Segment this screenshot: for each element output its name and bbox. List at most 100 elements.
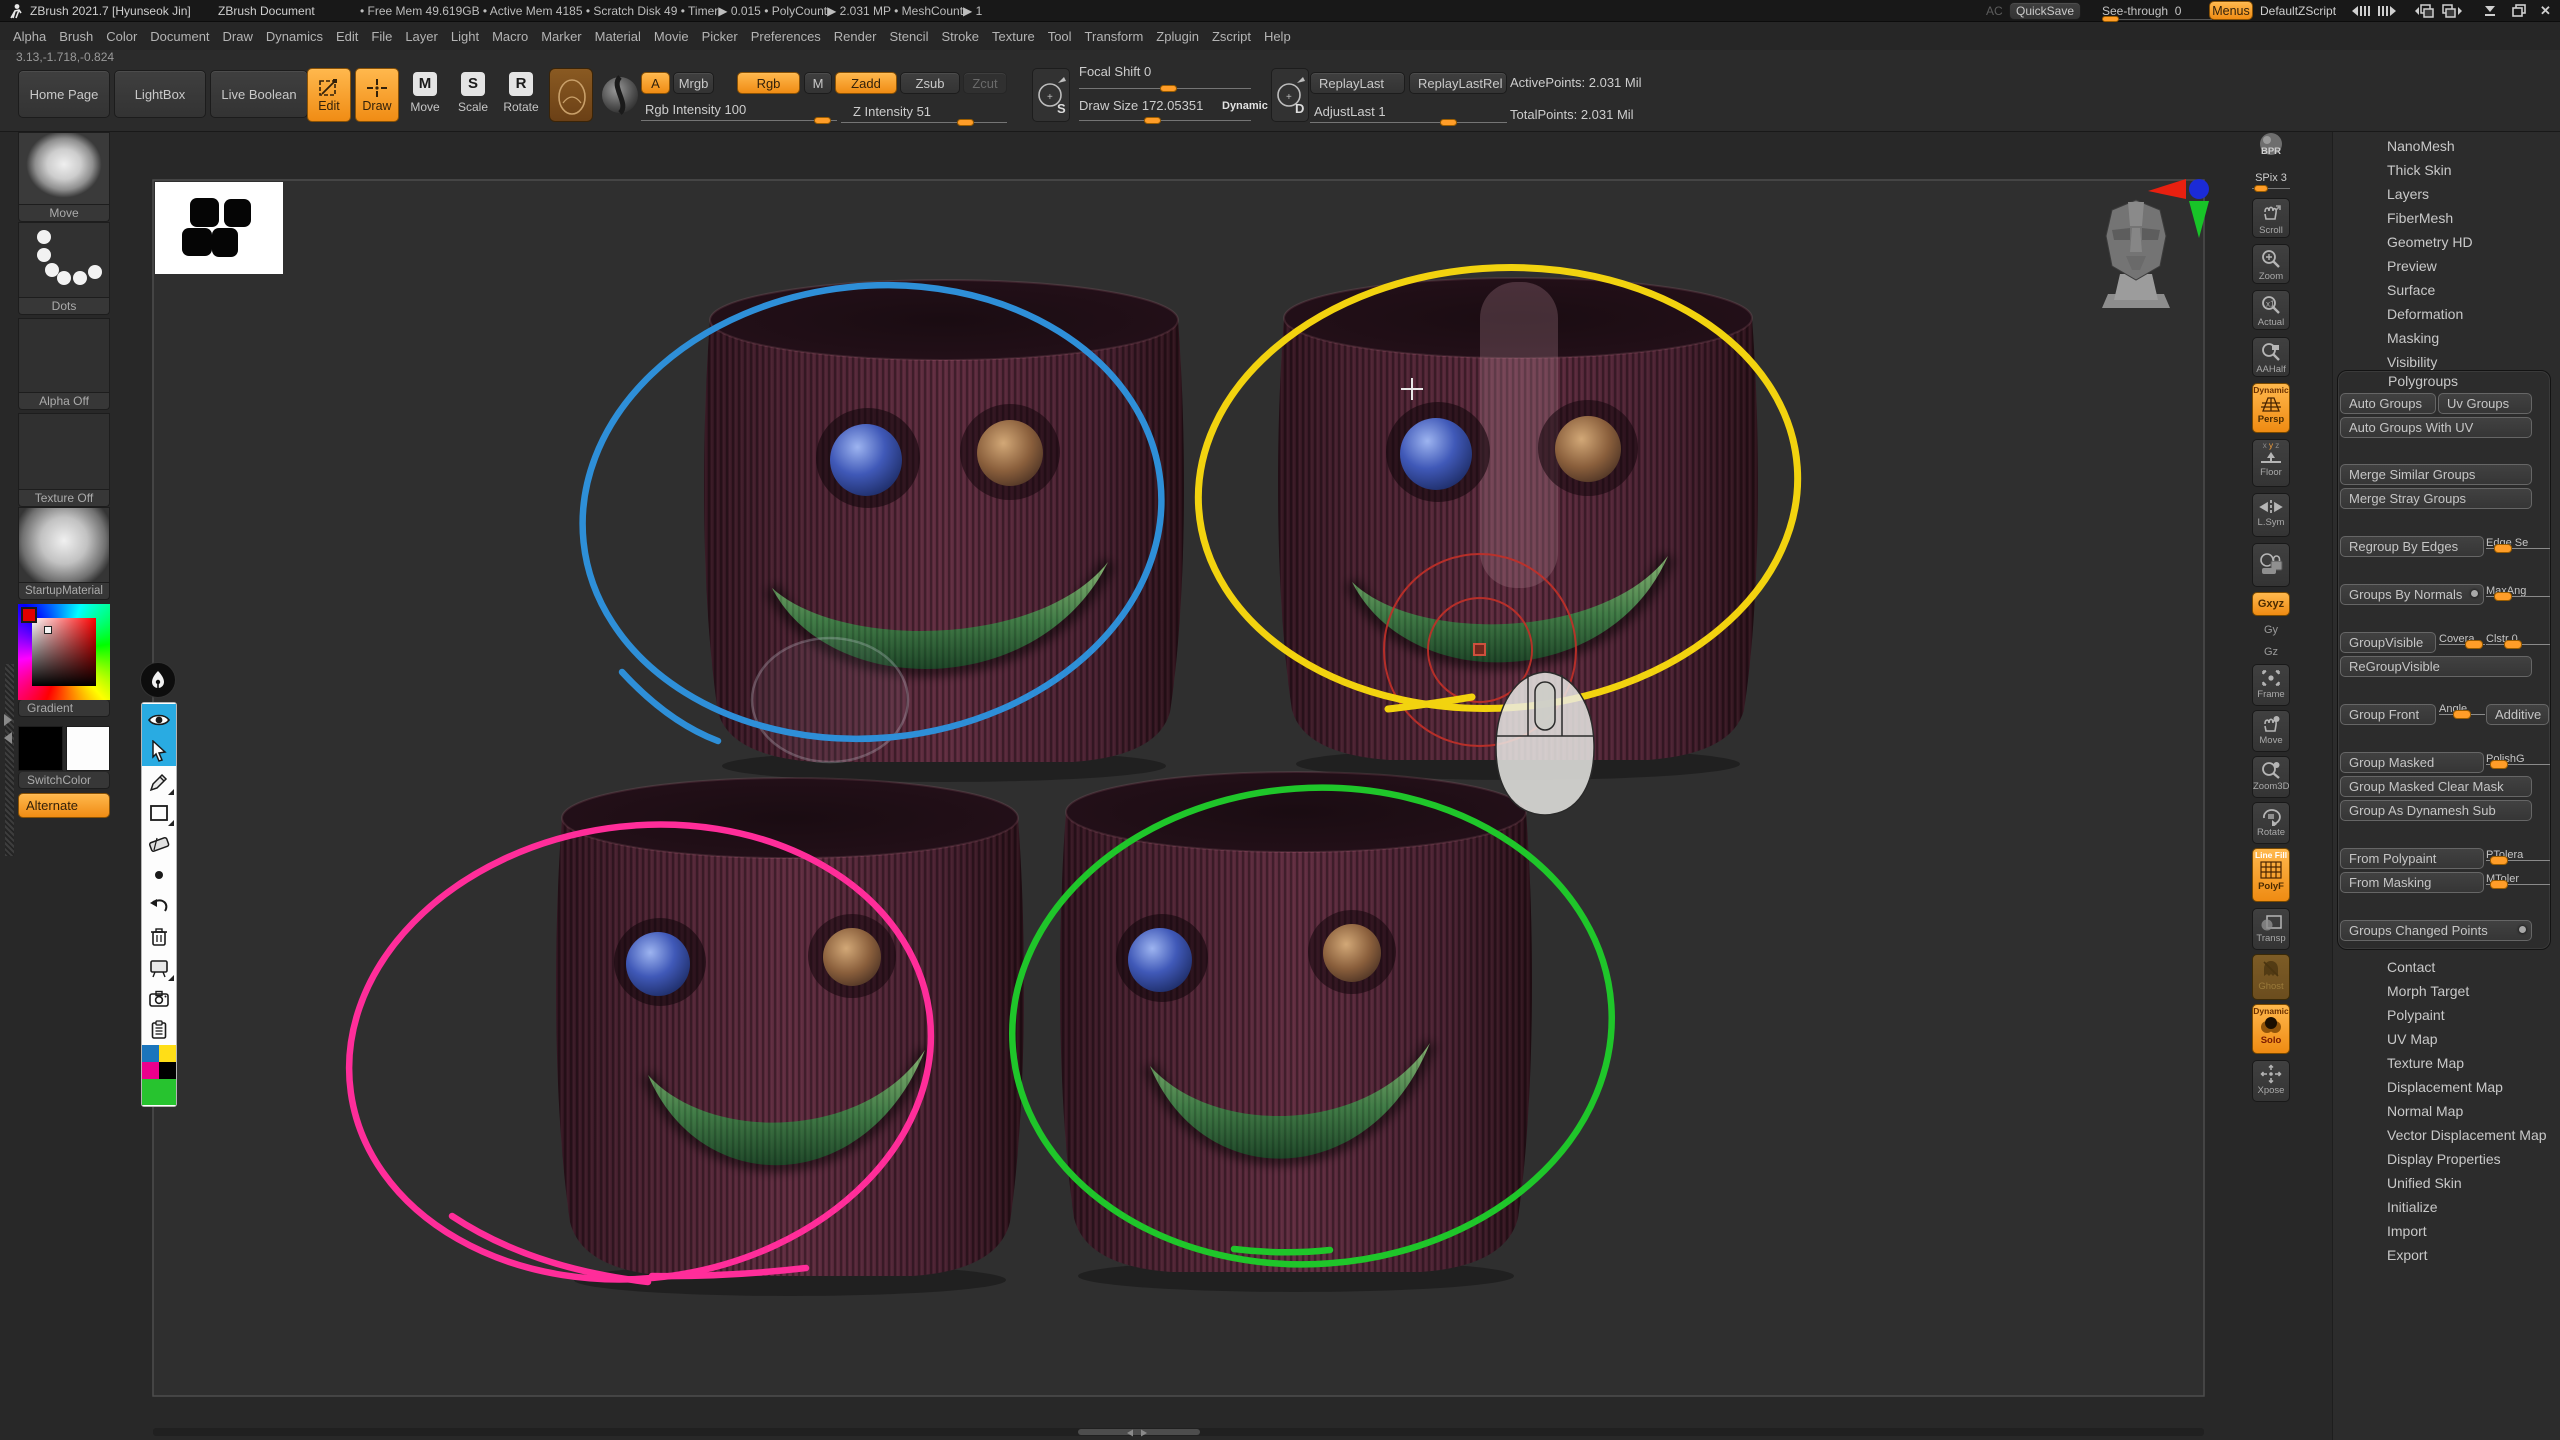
tool-section-header[interactable]: FiberMesh — [2333, 206, 2560, 230]
auto-groups-with-uv-button[interactable]: Auto Groups With UV — [2340, 417, 2532, 438]
zadd-button[interactable]: Zadd — [835, 72, 897, 94]
menu-item[interactable]: Zplugin — [1156, 29, 1199, 44]
menu-item[interactable]: Zscript — [1212, 29, 1251, 44]
tool-section-header[interactable]: Deformation — [2333, 302, 2560, 326]
rotate-button[interactable]: R Rotate — [500, 72, 542, 120]
tool-section-header[interactable]: Geometry HD — [2333, 230, 2560, 254]
focal-shift-handle[interactable] — [1160, 85, 1177, 92]
menu-item[interactable]: Alpha — [13, 29, 46, 44]
tool-section-header[interactable]: Contact — [2333, 955, 2560, 979]
draw-size-slider[interactable]: Draw Size 172.05351 — [1079, 98, 1203, 113]
tool-section-header[interactable]: Texture Map — [2333, 1051, 2560, 1075]
regroup-visible-button[interactable]: ReGroupVisible — [2340, 656, 2532, 677]
menu-item[interactable]: Texture — [992, 29, 1035, 44]
replay-last-button[interactable]: ReplayLast — [1310, 72, 1405, 94]
annotation-undo-button[interactable] — [142, 890, 176, 921]
replay-last-rel-button[interactable]: ReplayLastRel — [1409, 72, 1507, 94]
document-thumbnail[interactable] — [155, 182, 283, 274]
live-boolean-button[interactable]: Live Boolean — [210, 70, 308, 118]
groups-by-normals-button[interactable]: Groups By Normals — [2340, 584, 2484, 605]
angle-slider[interactable]: Angle — [2439, 699, 2485, 717]
polish-groups-slider[interactable]: PolishG — [2486, 749, 2560, 767]
tool-section-header[interactable]: Display Properties — [2333, 1147, 2560, 1171]
tool-section-header[interactable]: Unified Skin — [2333, 1171, 2560, 1195]
group-front-button[interactable]: Group Front — [2340, 704, 2436, 725]
uv-groups-button[interactable]: Uv Groups — [2438, 393, 2532, 414]
merge-stray-groups-button[interactable]: Merge Stray Groups — [2340, 488, 2532, 509]
annotation-pen-button[interactable] — [140, 662, 176, 698]
annotation-screenshot-button[interactable] — [142, 983, 176, 1014]
canvas-viewport[interactable] — [0, 0, 2560, 1440]
quicksave-button[interactable]: QuickSave — [2009, 2, 2081, 20]
menu-item[interactable]: Color — [106, 29, 137, 44]
color-yellow-swatch[interactable] — [159, 1045, 176, 1062]
scale-button[interactable]: S Scale — [452, 72, 494, 120]
move-button[interactable]: M Move — [404, 72, 446, 120]
draw-size-handle[interactable] — [1144, 117, 1161, 124]
color-magenta-swatch[interactable] — [142, 1062, 159, 1079]
divider-left-icon[interactable] — [2346, 4, 2372, 18]
edit-button[interactable]: Edit — [307, 68, 351, 122]
annotation-clipboard-button[interactable] — [142, 1014, 176, 1045]
zsub-button[interactable]: Zsub — [900, 72, 960, 94]
annotation-shape-tool[interactable] — [142, 797, 176, 828]
mrgb-button[interactable]: Mrgb — [673, 72, 714, 94]
menu-item[interactable]: Movie — [654, 29, 689, 44]
additive-button[interactable]: Additive — [2486, 704, 2549, 725]
adjust-last-handle[interactable] — [1440, 119, 1457, 126]
tool-section-header[interactable]: Layers — [2333, 182, 2560, 206]
from-polypaint-button[interactable]: From Polypaint — [2340, 848, 2484, 869]
annotation-dot-size[interactable] — [142, 859, 176, 890]
tool-section-header[interactable]: Surface — [2333, 278, 2560, 302]
restore-icon[interactable] — [2512, 4, 2526, 17]
home-page-button[interactable]: Home Page — [18, 70, 110, 118]
cylinder-bottom-right[interactable] — [1060, 772, 1532, 1292]
annotation-color-quad[interactable] — [142, 1045, 176, 1079]
group-masked-button[interactable]: Group Masked — [2340, 752, 2484, 773]
menu-item[interactable]: Draw — [223, 29, 253, 44]
color-green-swatch[interactable] — [142, 1079, 176, 1105]
menu-item[interactable]: Edit — [336, 29, 358, 44]
zscript-name[interactable]: DefaultZScript — [2260, 4, 2336, 18]
tool-section-header[interactable]: Vector Displacement Map — [2333, 1123, 2560, 1147]
tool-section-header[interactable]: Normal Map — [2333, 1099, 2560, 1123]
annotation-whiteboard-button[interactable] — [142, 952, 176, 983]
tool-section-header[interactable]: Export — [2333, 1243, 2560, 1267]
max-angle-slider[interactable]: MaxAng — [2486, 581, 2560, 599]
current-stroke-thumb[interactable] — [600, 72, 640, 118]
see-through-slider-handle[interactable] — [2102, 16, 2119, 22]
close-icon[interactable]: ✕ — [2540, 3, 2551, 19]
rgb-intensity-slider[interactable]: Rgb Intensity 100 — [645, 102, 746, 117]
canvas-scrollbar[interactable] — [153, 1428, 2204, 1437]
menu-item[interactable]: Transform — [1085, 29, 1144, 44]
tool-section-header[interactable]: Initialize — [2333, 1195, 2560, 1219]
lightbox-button[interactable]: LightBox — [114, 70, 206, 118]
menus-button[interactable]: Menus — [2209, 1, 2253, 20]
color-blue-swatch[interactable] — [142, 1045, 159, 1062]
menu-item[interactable]: Macro — [492, 29, 528, 44]
annotation-show-icon[interactable] — [142, 704, 176, 735]
menu-item[interactable]: Render — [834, 29, 877, 44]
group-as-dynamesh-sub-button[interactable]: Group As Dynamesh Sub — [2340, 800, 2532, 821]
from-masking-button[interactable]: From Masking — [2340, 872, 2484, 893]
tool-section-header[interactable]: Preview — [2333, 254, 2560, 278]
masking-tolerance-slider[interactable]: MToler — [2486, 869, 2560, 887]
menu-item[interactable]: Help — [1264, 29, 1291, 44]
adjust-last-slider[interactable]: AdjustLast 1 — [1314, 104, 1386, 119]
menu-item[interactable]: Picker — [702, 29, 738, 44]
regroup-by-edges-button[interactable]: Regroup By Edges — [2340, 536, 2484, 557]
tool-section-header[interactable]: Thick Skin — [2333, 158, 2560, 182]
menu-item[interactable]: Preferences — [751, 29, 821, 44]
annotation-clear-button[interactable] — [142, 921, 176, 952]
z-intensity-handle[interactable] — [957, 119, 974, 126]
auto-groups-button[interactable]: Auto Groups — [2340, 393, 2436, 414]
cylinder-bottom-left[interactable] — [556, 778, 1024, 1296]
coverage-slider[interactable]: Covera — [2439, 629, 2485, 647]
tool-section-header[interactable]: NanoMesh — [2333, 134, 2560, 158]
focal-shift-slider[interactable]: Focal Shift 0 — [1079, 64, 1151, 79]
annotation-eraser-tool[interactable] — [142, 828, 176, 859]
rgb-button[interactable]: Rgb — [737, 72, 800, 94]
tool-section-header[interactable]: Displacement Map — [2333, 1075, 2560, 1099]
dynamic-size-button[interactable]: +D — [1271, 68, 1309, 122]
menu-item[interactable]: Tool — [1048, 29, 1072, 44]
